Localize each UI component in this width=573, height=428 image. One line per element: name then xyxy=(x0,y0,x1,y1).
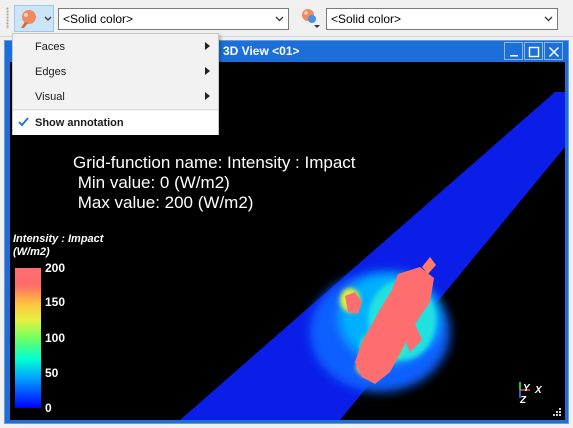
face-color-combo-value: <Solid color> xyxy=(63,12,134,26)
menu-item-label: Visual xyxy=(35,91,65,103)
axes-triad: Y X Z xyxy=(510,382,542,411)
annotation-min-value: Min value: 0 (W/m2) xyxy=(73,173,230,192)
menu-item-faces[interactable]: Faces xyxy=(13,35,218,59)
legend-tick-100: 100 xyxy=(45,331,66,345)
toolbar: <Solid color> <Solid color> xyxy=(0,0,573,37)
submenu-arrow-icon xyxy=(205,67,210,75)
menu-separator xyxy=(13,109,218,110)
edge-color-picker-icon xyxy=(302,9,320,28)
legend-title: Intensity : Impact (W/m2) xyxy=(13,233,103,259)
axis-z-label: Z xyxy=(520,395,527,406)
legend-tick-200: 200 xyxy=(45,261,66,275)
window-title: 3D View <01> xyxy=(223,44,300,58)
face-color-button[interactable] xyxy=(14,5,54,32)
legend-tick-150: 150 xyxy=(45,295,66,309)
minimize-icon xyxy=(510,55,518,57)
legend-color-bar xyxy=(15,268,41,408)
checkmark-icon xyxy=(18,117,29,127)
context-menu: Faces Edges Visual Show annotation xyxy=(12,33,219,135)
chevron-down-icon xyxy=(271,9,288,29)
axis-y-label: Y xyxy=(523,383,530,394)
legend-title-line1: Intensity : Impact xyxy=(13,233,104,245)
close-button[interactable] xyxy=(544,42,563,60)
menu-item-label: Edges xyxy=(35,66,67,78)
edge-color-button[interactable] xyxy=(295,5,325,32)
legend-tick-0: 0 xyxy=(45,401,52,415)
annotation-grid-function: Grid-function name: Intensity : Impact xyxy=(73,153,356,172)
maximize-button[interactable] xyxy=(524,42,543,60)
legend-tick-50: 50 xyxy=(45,366,59,380)
edge-color-combo-value: <Solid color> xyxy=(331,12,402,26)
menu-item-edges[interactable]: Edges xyxy=(13,60,218,84)
menu-item-label: Faces xyxy=(35,41,65,53)
close-icon xyxy=(548,46,560,58)
menu-item-visual[interactable]: Visual xyxy=(13,85,218,109)
edge-color-combo[interactable]: <Solid color> xyxy=(326,8,558,30)
toolbar-grip[interactable] xyxy=(6,7,9,29)
resize-grip-icon[interactable] xyxy=(552,407,562,417)
face-color-combo[interactable]: <Solid color> xyxy=(58,8,289,30)
axis-x-label: X xyxy=(535,385,542,396)
submenu-arrow-icon xyxy=(205,42,210,50)
annotation-max-value: Max value: 200 (W/m2) xyxy=(73,193,254,212)
submenu-arrow-icon xyxy=(205,92,210,100)
legend-title-line2: (W/m2) xyxy=(13,246,50,258)
maximize-icon xyxy=(528,46,540,58)
face-color-picker-icon xyxy=(21,10,52,28)
chevron-down-icon xyxy=(540,9,557,29)
menu-item-label: Show annotation xyxy=(35,117,124,129)
minimize-button[interactable] xyxy=(504,42,523,60)
menu-item-show-annotation[interactable]: Show annotation xyxy=(13,111,218,135)
